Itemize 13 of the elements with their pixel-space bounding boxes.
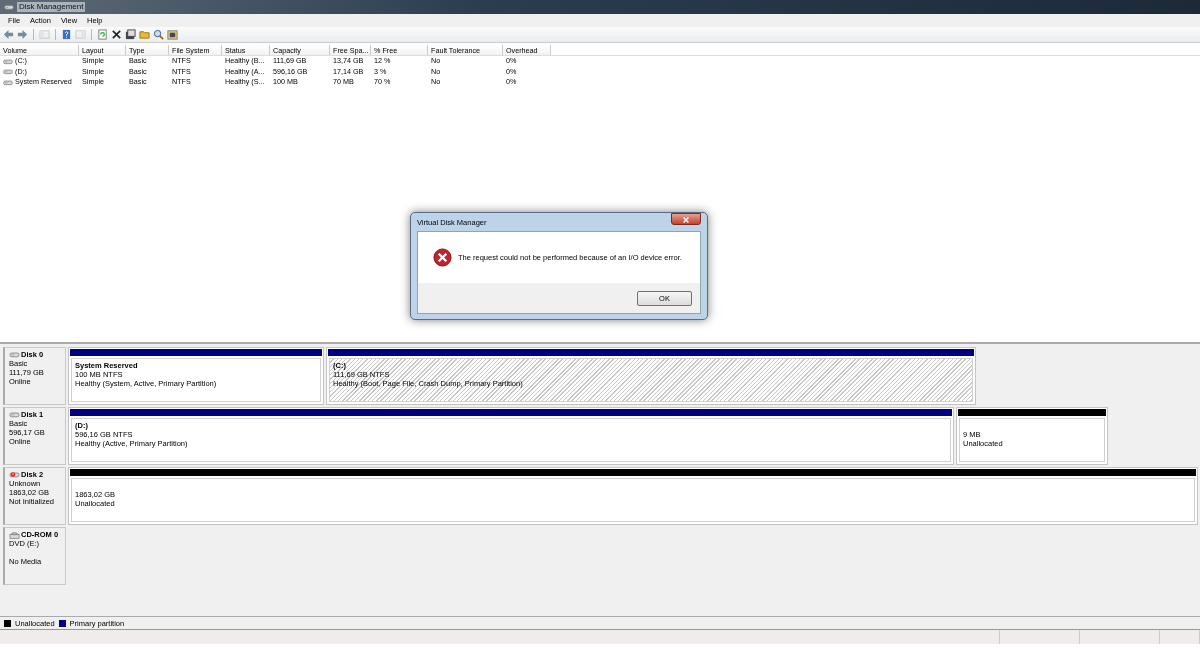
help-icon[interactable] bbox=[61, 29, 72, 40]
window-title: Disk Management bbox=[17, 2, 86, 12]
app-icon bbox=[4, 2, 14, 12]
error-icon bbox=[433, 248, 452, 267]
close-button[interactable] bbox=[671, 213, 701, 225]
drive-icon bbox=[3, 67, 13, 77]
forward-arrow-icon[interactable] bbox=[17, 29, 28, 40]
magnifier-icon[interactable] bbox=[153, 29, 164, 40]
drive-icon bbox=[3, 77, 13, 87]
back-arrow-icon[interactable] bbox=[3, 29, 14, 40]
close-icon[interactable] bbox=[682, 215, 690, 224]
delete-icon[interactable] bbox=[111, 29, 122, 40]
drive-icon bbox=[3, 56, 13, 66]
